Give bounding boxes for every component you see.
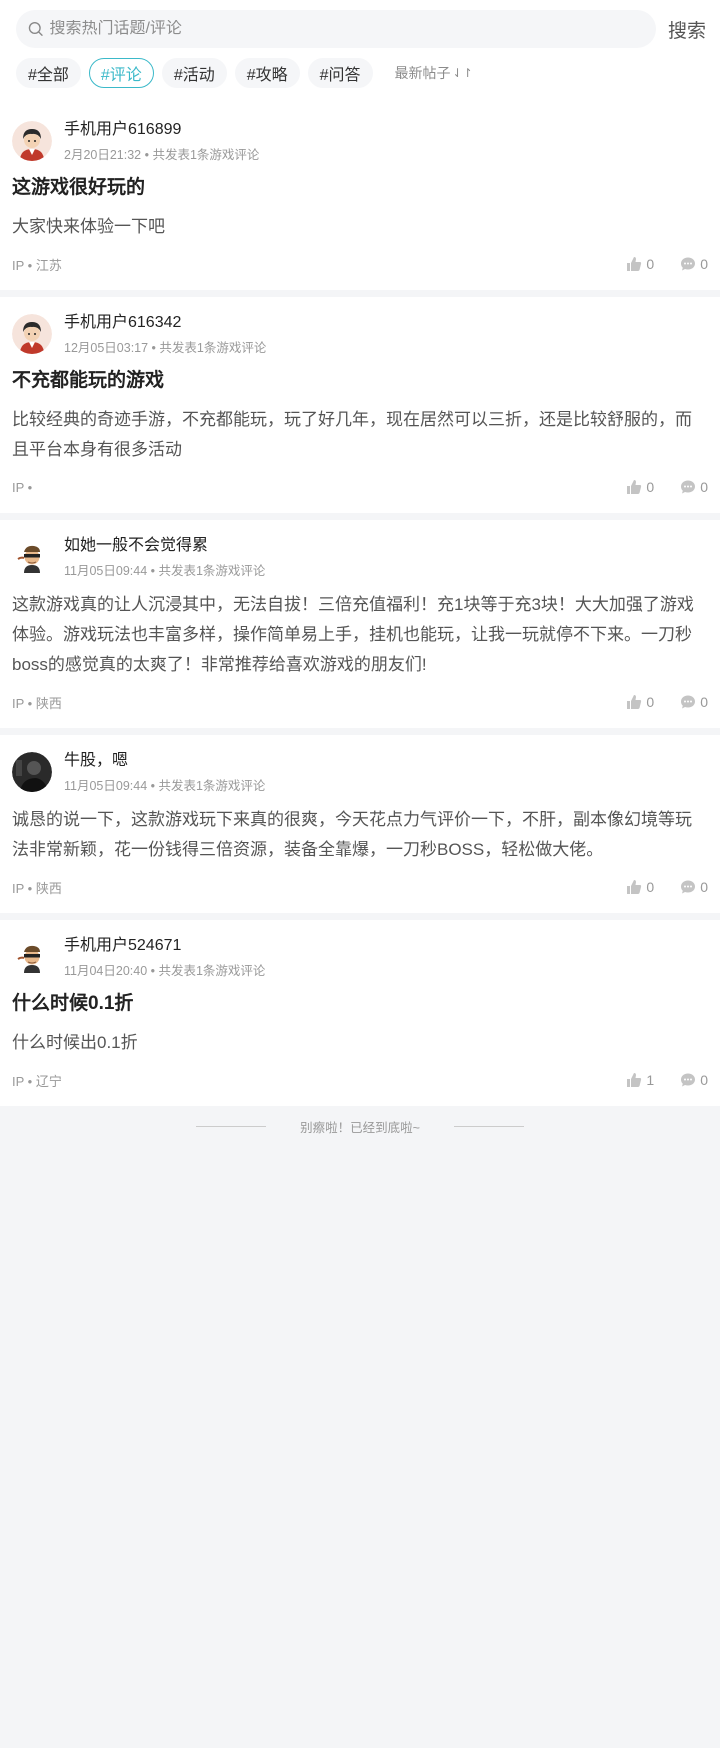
ip-location: IP • [12,479,33,495]
comment-icon [680,256,700,272]
author-name[interactable]: 如她一般不会觉得累 [64,536,265,556]
divider-left [196,1126,267,1127]
post-author[interactable]: 如她一般不会觉得累 11月05日09:44 • 共发表1条游戏评论 [12,534,708,580]
post-list: 手机用户616899 2月20日21:32 • 共发表1条游戏评论 这游戏很好玩… [0,104,720,1106]
sort-dropdown[interactable]: 最新帖子 ⇃↾ [395,63,473,83]
comment-button[interactable]: 0 [680,1072,708,1088]
post-card[interactable]: 手机用户616342 12月05日03:17 • 共发表1条游戏评论 不充都能玩… [0,297,720,513]
like-count: 0 [646,694,655,710]
end-text: 别瘵啦！已经到底啦~ [300,1121,420,1135]
avatar[interactable] [12,937,52,977]
avatar[interactable] [12,314,52,354]
comment-count: 0 [700,1072,708,1088]
tab-bar: #全部 #评论 #活动 #攻略 #问答 最新帖子 ⇃↾ [0,48,720,88]
ip-location: IP • 陕西 [12,880,62,896]
thumbs-up-icon [626,479,646,495]
post-body: 比较经典的奇迹手游，不充都能玩，玩了好几年，现在居然可以三折，还是比较舒服的，而… [12,410,692,459]
avatar[interactable] [12,752,52,792]
post-footer: IP • 辽宁 1 0 [12,1068,708,1092]
post-body: 诚恳的说一下，这款游戏玩下来真的很爽，今天花点力气评价一下，不肝，副本像幻境等玩… [12,810,692,859]
avatar[interactable] [12,537,52,577]
post-card[interactable]: 手机用户524671 11月04日20:40 • 共发表1条游戏评论 什么时候0… [0,920,720,1106]
header: 搜索 #全部 #评论 #活动 #攻略 #问答 最新帖子 ⇃↾ [0,0,720,104]
comment-icon [680,1072,700,1088]
comment-button[interactable]: 0 [680,479,708,495]
post-footer: IP • 江苏 0 0 [12,252,708,276]
post-title: 这游戏很好玩的 [12,177,146,198]
post-footer: IP • 0 0 [12,475,708,499]
comment-icon [680,479,700,495]
like-button[interactable]: 0 [626,256,654,272]
like-button[interactable]: 0 [626,479,654,495]
like-count: 0 [646,479,655,495]
post-meta: 11月04日20:40 • 共发表1条游戏评论 [64,963,266,978]
thumbs-up-icon [626,694,646,710]
comment-button[interactable]: 0 [680,256,708,272]
post-author[interactable]: 手机用户616899 2月20日21:32 • 共发表1条游戏评论 [12,118,708,164]
author-info: 手机用户616899 2月20日21:32 • 共发表1条游戏评论 [64,120,259,163]
author-info: 如她一般不会觉得累 11月05日09:44 • 共发表1条游戏评论 [64,536,265,579]
post-meta: 11月05日09:44 • 共发表1条游戏评论 [64,778,266,793]
post-footer: IP • 陕西 0 0 [12,690,708,714]
tab-reviews[interactable]: #评论 [88,58,154,88]
post-meta: 2月20日21:32 • 共发表1条游戏评论 [64,147,260,162]
author-info: 手机用户524671 11月04日20:40 • 共发表1条游戏评论 [64,936,265,979]
ip-location: IP • 陕西 [12,695,62,711]
post-body: 这款游戏真的让人沉浸其中，无法自拔！三倍充值福利！充1块等于充3块！大大加强了游… [12,595,694,674]
thumbs-up-icon [626,256,646,272]
comment-icon [680,879,700,895]
search-button[interactable]: 搜索 [668,16,706,43]
author-name[interactable]: 牛股，嗯 [64,751,265,771]
search-row: 搜索 [0,10,720,48]
divider-right [453,1126,524,1127]
post-author[interactable]: 手机用户524671 11月04日20:40 • 共发表1条游戏评论 [12,934,708,980]
post-body: 什么时候出0.1折 [12,1033,138,1052]
avatar[interactable] [12,121,52,161]
search-box[interactable] [16,10,656,48]
sort-label: 最新帖子 [394,65,451,81]
search-input[interactable] [49,20,656,38]
author-info: 牛股，嗯 11月05日09:44 • 共发表1条游戏评论 [64,751,265,794]
author-name[interactable]: 手机用户524671 [64,936,265,956]
comment-button[interactable]: 0 [680,879,708,895]
like-count: 1 [646,1072,655,1088]
sort-arrows-icon: ⇃↾ [452,66,473,80]
tab-all[interactable]: #全部 [16,58,81,88]
tab-events[interactable]: #活动 [161,58,227,88]
author-name[interactable]: 手机用户616342 [64,313,266,333]
like-button[interactable]: 0 [626,694,654,710]
tab-guides[interactable]: #攻略 [234,58,300,88]
post-body: 大家快来体验一下吧 [12,217,165,236]
post-meta: 11月05日09:44 • 共发表1条游戏评论 [64,563,266,578]
like-button[interactable]: 0 [626,879,654,895]
author-name[interactable]: 手机用户616899 [64,120,259,140]
comment-count: 0 [700,879,708,895]
like-button[interactable]: 1 [626,1072,654,1088]
post-title: 不充都能玩的游戏 [12,370,165,391]
post-card[interactable]: 牛股，嗯 11月05日09:44 • 共发表1条游戏评论 诚恳的说一下，这款游戏… [0,735,720,913]
comment-count: 0 [700,479,708,495]
comment-icon [680,694,700,710]
author-info: 手机用户616342 12月05日03:17 • 共发表1条游戏评论 [64,313,266,356]
post-meta: 12月05日03:17 • 共发表1条游戏评论 [64,340,267,355]
thumbs-up-icon [626,1072,646,1088]
post-footer: IP • 陕西 0 0 [12,875,708,899]
comment-count: 0 [700,694,708,710]
ip-location: IP • 辽宁 [12,1073,62,1089]
thumbs-up-icon [626,879,646,895]
post-author[interactable]: 牛股，嗯 11月05日09:44 • 共发表1条游戏评论 [12,749,708,795]
tab-qa[interactable]: #问答 [307,58,373,88]
comment-count: 0 [700,256,708,272]
comment-button[interactable]: 0 [680,694,708,710]
post-card[interactable]: 手机用户616899 2月20日21:32 • 共发表1条游戏评论 这游戏很好玩… [0,104,720,290]
like-count: 0 [646,879,655,895]
like-count: 0 [646,256,655,272]
post-author[interactable]: 手机用户616342 12月05日03:17 • 共发表1条游戏评论 [12,311,708,357]
post-title: 什么时候0.1折 [12,993,134,1014]
post-card[interactable]: 如她一般不会觉得累 11月05日09:44 • 共发表1条游戏评论 这款游戏真的… [0,520,720,728]
ip-location: IP • 江苏 [12,257,62,273]
end-of-list: 别瘵啦！已经到底啦~ [0,1113,720,1136]
search-icon [28,22,43,36]
